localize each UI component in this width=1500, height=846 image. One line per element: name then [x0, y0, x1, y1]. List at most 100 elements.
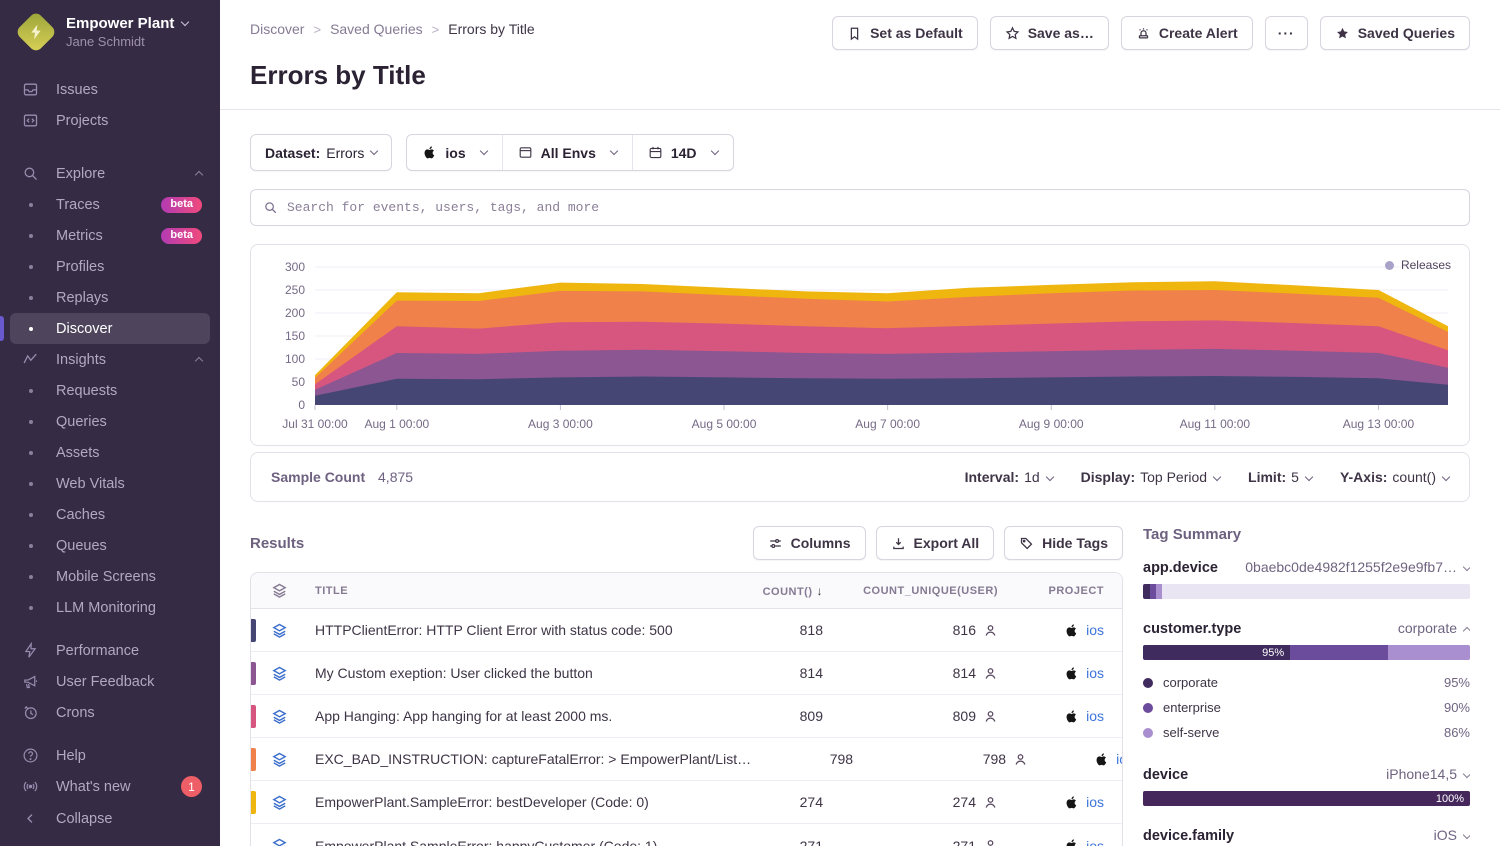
tag-value-row[interactable]: self-serve 86% — [1143, 720, 1470, 745]
table-row[interactable]: App Hanging: App hanging for at least 20… — [251, 695, 1122, 738]
event-title-link[interactable]: EmpowerPlant.SampleError: bestDeveloper … — [315, 794, 721, 810]
event-title-link[interactable]: EmpowerPlant.SampleError: happyCustomer … — [315, 838, 721, 846]
search-icon — [22, 165, 44, 182]
project-link[interactable]: ios — [1086, 665, 1104, 681]
stack-events-button[interactable] — [271, 708, 288, 725]
main-content: Discover > Saved Queries > Errors by Tit… — [220, 0, 1500, 846]
org-switcher[interactable]: Empower Plant Jane Schmidt — [0, 0, 220, 62]
stack-events-button[interactable] — [271, 794, 288, 811]
sidebar-item-traces[interactable]: Traces beta — [10, 189, 210, 220]
tag-section-header[interactable]: device iPhone14,5 — [1143, 766, 1470, 783]
column-header-title[interactable]: TITLE — [307, 585, 729, 597]
sidebar-item-issues[interactable]: Issues — [10, 74, 210, 105]
limit-select[interactable]: Limit:5 — [1248, 469, 1312, 485]
tag-section-header[interactable]: customer.type corporate — [1143, 620, 1470, 637]
event-title-link[interactable]: EXC_BAD_INSTRUCTION: captureFatalError: … — [315, 751, 751, 767]
chart-legend-releases[interactable]: Releases — [1385, 258, 1451, 272]
column-header-project[interactable]: PROJECT — [1014, 585, 1122, 597]
tag-value-row[interactable]: enterprise 90% — [1143, 695, 1470, 720]
sidebar-section-explore[interactable]: Explore — [10, 158, 210, 189]
save-as-button[interactable]: Save as… — [990, 16, 1109, 50]
download-icon — [891, 536, 906, 551]
apple-icon — [1064, 795, 1079, 810]
saved-queries-button[interactable]: Saved Queries — [1320, 16, 1470, 50]
sidebar-item-mobile-screens[interactable]: Mobile Screens — [10, 561, 210, 592]
sidebar-item-queues[interactable]: Queues — [10, 530, 210, 561]
sidebar-item-assets[interactable]: Assets — [10, 437, 210, 468]
project-link[interactable]: ios — [1086, 838, 1104, 846]
sidebar-section-insights[interactable]: Insights — [10, 344, 210, 375]
yaxis-select[interactable]: Y-Axis:count() — [1340, 469, 1449, 485]
breadcrumb-discover[interactable]: Discover — [250, 21, 304, 37]
dataset-select[interactable]: Dataset: Errors — [250, 134, 392, 171]
user-icon — [983, 795, 998, 810]
sidebar-item-caches[interactable]: Caches — [10, 499, 210, 530]
tag-distribution-bar: 95% — [1143, 645, 1470, 660]
sidebar-item-performance[interactable]: Performance — [10, 635, 210, 666]
sidebar-item-projects[interactable]: Projects — [10, 105, 210, 136]
svg-text:Aug 9 00:00: Aug 9 00:00 — [1019, 417, 1084, 431]
sidebar-item-whats-new[interactable]: What's new 1 — [10, 771, 210, 802]
sidebar-collapse-button[interactable]: Collapse — [10, 803, 210, 834]
display-select[interactable]: Display:Top Period — [1081, 469, 1220, 485]
stack-events-button[interactable] — [271, 665, 288, 682]
event-title-link[interactable]: HTTPClientError: HTTP Client Error with … — [315, 622, 721, 638]
releases-dot-icon — [1385, 261, 1394, 270]
stack-column-header[interactable] — [251, 582, 307, 599]
project-link[interactable]: ios — [1116, 751, 1123, 767]
tag-section-header[interactable]: app.device 0baebc0de4982f1255f2e9e9fb7… — [1143, 559, 1470, 576]
environment-filter[interactable]: All Envs — [502, 135, 632, 170]
sidebar-item-web-vitals[interactable]: Web Vitals — [10, 468, 210, 499]
legend-dot-icon — [1143, 678, 1153, 688]
sidebar-item-llm-monitoring[interactable]: LLM Monitoring — [10, 592, 210, 623]
sidebar-item-requests[interactable]: Requests — [10, 375, 210, 406]
results-title: Results — [250, 535, 304, 552]
svg-text:Aug 5 00:00: Aug 5 00:00 — [692, 417, 757, 431]
project-filter[interactable]: ios — [407, 135, 501, 170]
org-user: Jane Schmidt — [66, 34, 188, 49]
column-header-count[interactable]: COUNT()↓ — [729, 584, 839, 598]
table-row[interactable]: My Custom exeption: User clicked the but… — [251, 652, 1122, 695]
legend-dot-icon — [1143, 703, 1153, 713]
table-row[interactable]: HTTPClientError: HTTP Client Error with … — [251, 609, 1122, 652]
column-header-unique[interactable]: COUNT_UNIQUE(USER) — [839, 585, 1014, 597]
table-row[interactable]: EXC_BAD_INSTRUCTION: captureFatalError: … — [251, 738, 1122, 781]
sidebar-item-metrics[interactable]: Metrics beta — [10, 220, 210, 251]
stack-events-button[interactable] — [271, 837, 288, 846]
project-link[interactable]: ios — [1086, 708, 1104, 724]
hide-tags-button[interactable]: Hide Tags — [1004, 526, 1123, 560]
date-range-filter[interactable]: 14D — [632, 135, 733, 170]
event-title-link[interactable]: App Hanging: App hanging for at least 20… — [315, 708, 721, 724]
more-options-button[interactable]: ··· — [1265, 16, 1308, 50]
chevron-down-icon — [1045, 473, 1053, 481]
breadcrumb-separator: > — [432, 22, 440, 37]
stack-events-button[interactable] — [271, 622, 288, 639]
table-row[interactable]: EmpowerPlant.SampleError: bestDeveloper … — [251, 781, 1122, 824]
tag-value-row[interactable]: corporate 95% — [1143, 670, 1470, 695]
sidebar-item-replays[interactable]: Replays — [10, 282, 210, 313]
sidebar-item-profiles[interactable]: Profiles — [10, 251, 210, 282]
project-link[interactable]: ios — [1086, 794, 1104, 810]
sidebar-item-discover[interactable]: Discover — [10, 313, 210, 344]
columns-button[interactable]: Columns — [753, 526, 866, 560]
sidebar-item-queries[interactable]: Queries — [10, 406, 210, 437]
tag-section-header[interactable]: device.family iOS — [1143, 827, 1470, 844]
sidebar-item-help[interactable]: Help — [10, 740, 210, 771]
chevron-down-icon — [370, 147, 378, 155]
set-as-default-button[interactable]: Set as Default — [832, 16, 978, 50]
export-all-button[interactable]: Export All — [876, 526, 995, 560]
project-link[interactable]: ios — [1086, 622, 1104, 638]
interval-select[interactable]: Interval:1d — [965, 469, 1053, 485]
event-title-link[interactable]: My Custom exeption: User clicked the but… — [315, 665, 721, 681]
sliders-icon — [768, 536, 783, 551]
stack-events-button[interactable] — [271, 751, 288, 768]
table-row[interactable]: EmpowerPlant.SampleError: happyCustomer … — [251, 824, 1122, 846]
sidebar-item-user-feedback[interactable]: User Feedback — [10, 666, 210, 697]
search-input[interactable] — [287, 200, 1457, 215]
breadcrumb-saved-queries[interactable]: Saved Queries — [330, 21, 423, 37]
svg-text:0: 0 — [298, 398, 305, 412]
create-alert-button[interactable]: Create Alert — [1121, 16, 1253, 50]
search-bar — [250, 189, 1470, 226]
sidebar-item-crons[interactable]: Crons — [10, 697, 210, 728]
filter-bar: Dataset: Errors ios All Envs 14D — [250, 134, 1470, 171]
